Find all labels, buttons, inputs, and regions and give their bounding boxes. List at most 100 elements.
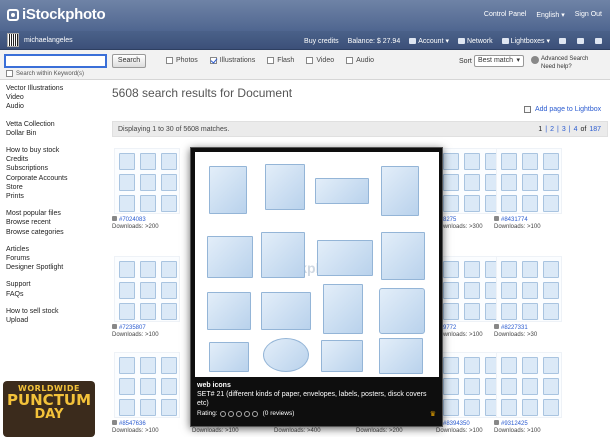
briefcase-icon[interactable] — [595, 38, 602, 44]
sidebar-item-faqs[interactable]: FAQs — [6, 290, 102, 299]
camera-icon — [494, 420, 499, 425]
sidebar-item-articles[interactable]: Articles — [6, 245, 102, 254]
sidebar-item-vetta[interactable]: Vetta Collection — [6, 120, 102, 129]
preview-image[interactable]: iStockphoto — [195, 152, 439, 377]
filter-photos[interactable]: Photos — [166, 57, 198, 64]
preview-title: web icons — [197, 382, 231, 389]
preview-rating: Rating: (0 reviews) — [197, 410, 295, 417]
file-id-link[interactable]: 8275 — [443, 217, 456, 223]
sidebar-item-vector[interactable]: Vector Illustrations — [6, 84, 102, 93]
filter-flash[interactable]: Flash — [267, 57, 294, 64]
file-id-link[interactable]: 9772 — [443, 325, 456, 331]
sign-out-link[interactable]: Sign Out — [575, 11, 602, 19]
lightboxes-menu[interactable]: Lightboxes ▾ — [501, 37, 550, 45]
rating-star-icon — [235, 410, 242, 417]
page-4[interactable]: 4 — [574, 126, 578, 133]
sidebar-item-store[interactable]: Store — [6, 183, 102, 192]
result-tile[interactable]: #7235807 Downloads: >100 — [112, 256, 184, 338]
page-last[interactable]: 187 — [589, 126, 601, 133]
file-id-link[interactable]: #8227331 — [501, 325, 528, 331]
sidebar-item-corporate[interactable]: Corporate Accounts — [6, 174, 102, 183]
results-count: Displaying 1 to 30 of 5608 matches. — [118, 126, 230, 133]
page-1[interactable]: 1 — [538, 126, 542, 133]
sidebar-item-prints[interactable]: Prints — [6, 192, 102, 201]
result-thumbnail[interactable] — [114, 148, 180, 214]
account-menu[interactable]: Account ▾ — [409, 37, 449, 45]
search-within-option[interactable]: Search within Keyword(s) — [6, 70, 84, 77]
file-id-link[interactable]: #8394350 — [443, 421, 470, 427]
download-count: Downloads: >200 — [356, 428, 403, 434]
rating-star-icon — [243, 410, 250, 417]
sidebar-item-subscriptions[interactable]: Subscriptions — [6, 164, 102, 173]
need-help-link[interactable]: Need help? — [541, 63, 588, 71]
photos-checkbox[interactable] — [166, 57, 173, 64]
result-thumbnail[interactable] — [496, 352, 562, 418]
language-select[interactable]: English ▾ — [536, 11, 564, 19]
punctum-day-banner[interactable]: WORLDWIDE PUNCTUM DAY — [3, 381, 95, 437]
filter-illustrations[interactable]: Illustrations — [209, 57, 255, 64]
camera-icon — [494, 216, 499, 221]
filter-audio[interactable]: Audio — [346, 57, 374, 64]
result-tile[interactable]: #8431774 Downloads: >100 — [494, 148, 566, 230]
result-thumbnail[interactable] — [114, 256, 180, 322]
sidebar-item-designer-spotlight[interactable]: Designer Spotlight — [6, 263, 102, 272]
page-2[interactable]: 2 — [550, 126, 554, 133]
file-id-link[interactable]: #7235807 — [119, 325, 146, 331]
result-tile[interactable]: #7024083 Downloads: >200 — [112, 148, 184, 230]
sidebar-item-support[interactable]: Support — [6, 280, 102, 289]
sidebar-item-how-to-buy[interactable]: How to buy stock — [6, 146, 102, 155]
file-id-link[interactable]: #8547636 — [119, 421, 146, 427]
results-title: 5608 search results for Document — [112, 86, 293, 100]
result-meta: #8227331 Downloads: >30 — [494, 324, 537, 339]
file-id-link[interactable]: #7024083 — [119, 217, 146, 223]
result-tile[interactable]: #9312425 Downloads: >100 — [494, 352, 566, 434]
network-link[interactable]: Network — [457, 38, 493, 45]
search-input[interactable] — [4, 54, 107, 68]
filter-video[interactable]: Video — [306, 57, 334, 64]
illustrations-checkbox[interactable] — [209, 57, 217, 64]
username[interactable]: michaelangeles — [24, 37, 73, 44]
result-thumbnail[interactable] — [496, 256, 562, 322]
sidebar-item-browse-recent[interactable]: Browse recent — [6, 218, 102, 227]
download-count: Downloads: >100 — [494, 224, 541, 230]
cart-icon[interactable] — [559, 38, 566, 44]
search-within-checkbox[interactable] — [6, 70, 13, 77]
result-thumbnail[interactable] — [496, 148, 562, 214]
sidebar-item-video[interactable]: Video — [6, 93, 102, 102]
pin-icon — [524, 106, 531, 113]
result-tile[interactable]: #8547636 Downloads: >100 — [112, 352, 184, 434]
sidebar-item-forums[interactable]: Forums — [6, 254, 102, 263]
sidebar-item-credits[interactable]: Credits — [6, 155, 102, 164]
sort-select[interactable]: Best match — [474, 55, 524, 67]
sidebar-item-most-popular[interactable]: Most popular files — [6, 209, 102, 218]
preview-description: SET# 21 (different kinds of paper, envel… — [197, 391, 427, 407]
sort-label: Sort — [459, 58, 472, 65]
file-id-link[interactable]: #8431774 — [501, 217, 528, 223]
advanced-search-link[interactable]: Advanced Search — [541, 55, 588, 63]
camera-icon — [112, 420, 117, 425]
add-page-to-lightbox[interactable]: Add page to Lightbox — [524, 106, 601, 113]
istockphoto-logo[interactable]: iStockphoto — [7, 6, 106, 23]
video-checkbox[interactable] — [306, 57, 314, 64]
audio-checkbox[interactable] — [346, 57, 354, 64]
download-count: Downloads: >30 — [494, 332, 538, 338]
result-tile[interactable]: #8227331 Downloads: >30 — [494, 256, 566, 338]
page-3[interactable]: 3 — [562, 126, 566, 133]
search-button[interactable]: Search — [112, 54, 146, 68]
sidebar-item-audio[interactable]: Audio — [6, 102, 102, 111]
control-panel-link[interactable]: Control Panel — [484, 11, 526, 19]
buy-credits-link[interactable]: Buy credits — [304, 38, 339, 45]
gear-icon[interactable] — [531, 56, 539, 64]
result-thumbnail[interactable] — [114, 352, 180, 418]
download-count: Downloads: >400 — [274, 428, 321, 434]
sidebar-item-browse-categories[interactable]: Browse categories — [6, 228, 102, 237]
file-id-link[interactable]: #9312425 — [501, 421, 528, 427]
sidebar-item-upload[interactable]: Upload — [6, 316, 102, 325]
type-filters: Photos Illustrations Flash Video Audio — [166, 57, 374, 64]
sidebar-item-dollar-bin[interactable]: Dollar Bin — [6, 129, 102, 138]
download-count: Downloads: >100 — [436, 428, 483, 434]
avatar[interactable] — [7, 33, 19, 47]
sidebar-item-how-to-sell[interactable]: How to sell stock — [6, 307, 102, 316]
mail-icon[interactable] — [577, 38, 584, 44]
flash-checkbox[interactable] — [267, 57, 275, 64]
